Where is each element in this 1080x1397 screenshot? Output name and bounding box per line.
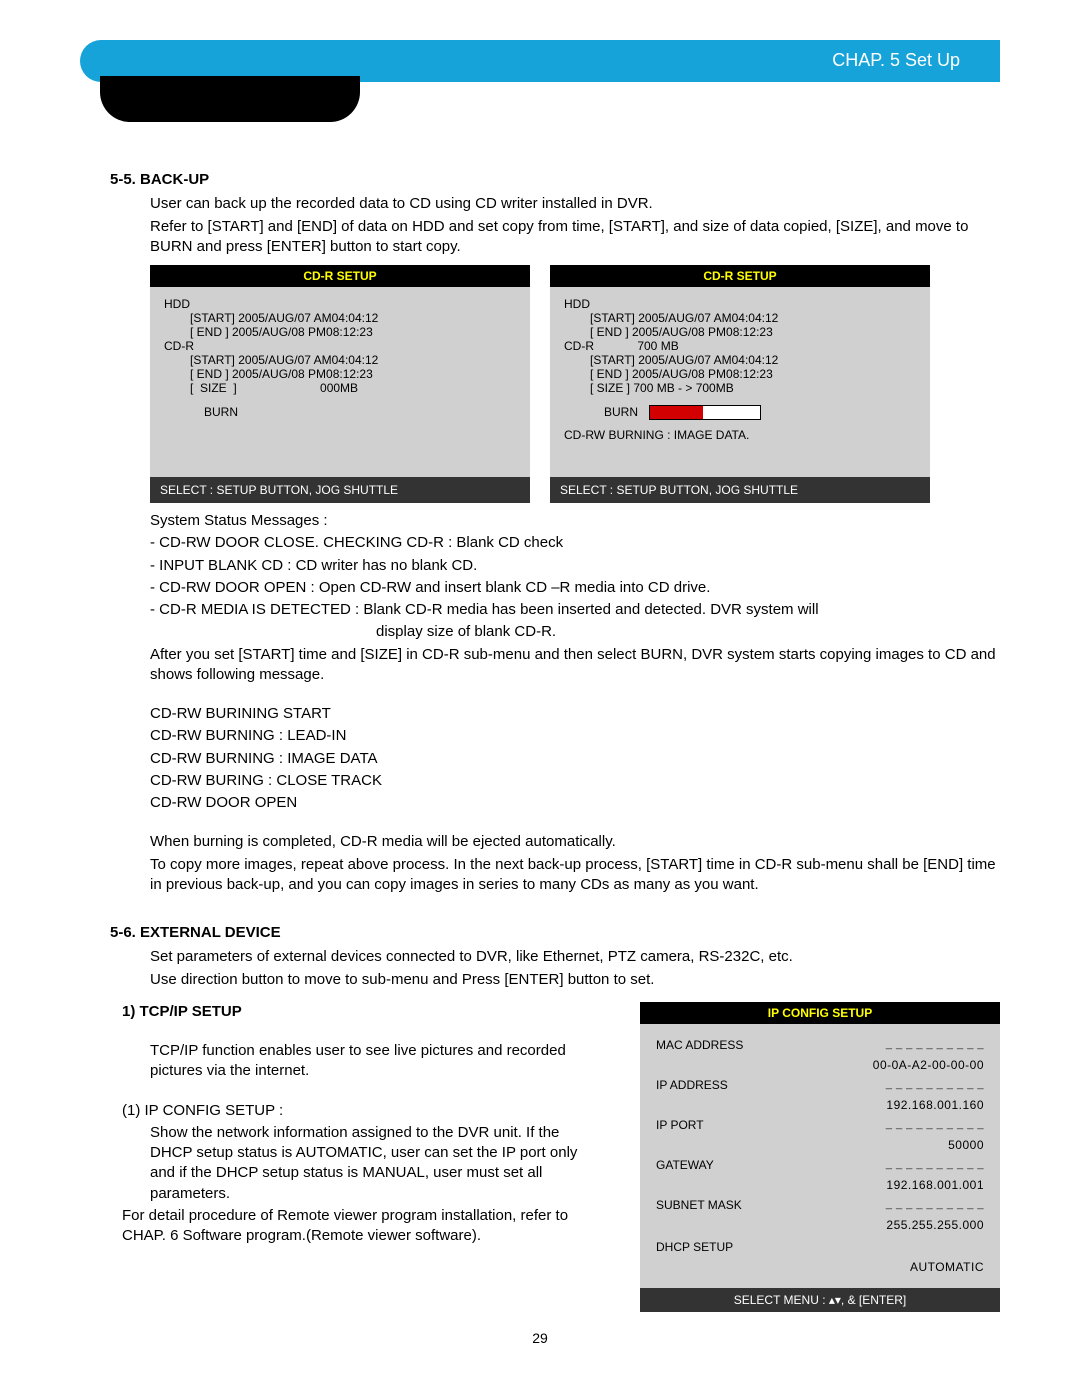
panelB-hdd-end: [ END ] 2005/AUG/08 PM08:12:23 (564, 325, 916, 339)
msgs-m4: - CD-R MEDIA IS DETECTED : Blank CD-R me… (150, 600, 1000, 620)
tcp-p2h: (1) IP CONFIG SETUP : (122, 1101, 590, 1121)
panelA-hdd-start: [START] 2005/AUG/07 AM04:04:12 (164, 311, 516, 325)
ip-mac-value: 00-0A-A2-00-00-00 (873, 1058, 984, 1072)
panelB-cdr-start: [START] 2005/AUG/07 AM04:04:12 (564, 353, 916, 367)
cdr-setup-panel-before: CD-R SETUP HDD [START] 2005/AUG/07 AM04:… (150, 265, 530, 503)
s55-p1: User can back up the recorded data to CD… (150, 194, 1000, 214)
ip-address-label: IP ADDRESS (656, 1078, 886, 1092)
ip-dashes: _ _ _ _ _ _ _ _ _ _ (886, 1080, 984, 1092)
msgs-m1: - CD-RW DOOR CLOSE. CHECKING CD-R : Blan… (150, 533, 1000, 553)
panelB-cdr-end: [ END ] 2005/AUG/08 PM08:12:23 (564, 367, 916, 381)
s56-p1: Set parameters of external devices conne… (150, 947, 1000, 967)
panelB-cdr-size: [ SIZE ] 700 MB - > 700MB (564, 381, 916, 395)
ip-dashes: _ _ _ _ _ _ _ _ _ _ (886, 1160, 984, 1172)
ip-mac-label: MAC ADDRESS (656, 1038, 886, 1052)
msgs-b4: CD-RW BURING : CLOSE TRACK (150, 771, 1000, 791)
panelA-cdr-start: [START] 2005/AUG/07 AM04:04:12 (164, 353, 516, 367)
ip-dashes: _ _ _ _ _ _ _ _ _ _ (886, 1200, 984, 1212)
panelA-cdr-size: [ SIZE ] 000MB (164, 381, 516, 395)
msgs-b2: CD-RW BURNING : LEAD-IN (150, 726, 1000, 746)
ip-address-value: 192.168.001.160 (886, 1098, 984, 1112)
panelB-footer: SELECT : SETUP BUTTON, JOG SHUTTLE (550, 477, 930, 503)
s55-p2: Refer to [START] and [END] of data on HD… (150, 217, 1000, 258)
panelB-burn-row: BURN (564, 405, 916, 420)
ip-subnet-label: SUBNET MASK (656, 1198, 886, 1212)
ip-dashes: _ _ _ _ _ _ _ _ _ _ (886, 1120, 984, 1132)
panelA-burn: BURN (164, 405, 516, 419)
tcp-p3: For detail procedure of Remote viewer pr… (122, 1206, 590, 1247)
ip-subnet-value: 255.255.255.000 (886, 1218, 984, 1232)
chapter-title: CHAP. 5 Set Up (832, 50, 960, 71)
section-55-title: 5-5. BACK-UP (110, 170, 1000, 190)
ip-gateway-value: 192.168.001.001 (886, 1178, 984, 1192)
ip-port-label: IP PORT (656, 1118, 886, 1132)
panelA-hdd: HDD (164, 297, 516, 311)
tcp-p2: Show the network information assigned to… (150, 1123, 590, 1204)
ip-dhcp-value: AUTOMATIC (910, 1260, 984, 1274)
ip-panel-title: IP CONFIG SETUP (640, 1002, 1000, 1024)
cdr-setup-panel-burning: CD-R SETUP HDD [START] 2005/AUG/07 AM04:… (550, 265, 930, 503)
msgs-next: To copy more images, repeat above proces… (150, 855, 1000, 896)
tcp-title: 1) TCP/IP SETUP (122, 1002, 590, 1022)
header-black-tab (100, 76, 360, 122)
msgs-b5: CD-RW DOOR OPEN (150, 793, 1000, 813)
panelB-cdr: CD-R 700 MB (564, 339, 916, 353)
ip-port-value: 50000 (948, 1138, 984, 1152)
panelB-status: CD-RW BURNING : IMAGE DATA. (564, 428, 916, 442)
ip-config-panel: IP CONFIG SETUP MAC ADDRESS_ _ _ _ _ _ _… (640, 1002, 1000, 1312)
panelB-hdd: HDD (564, 297, 916, 311)
chapter-header: CHAP. 5 Set Up (80, 40, 1000, 82)
ip-panel-footer: SELECT MENU : ▴▾, & [ENTER] (640, 1288, 1000, 1312)
panelA-cdr-end: [ END ] 2005/AUG/08 PM08:12:23 (164, 367, 516, 381)
panelB-burn: BURN (604, 405, 638, 419)
msgs-heading: System Status Messages : (150, 511, 1000, 531)
panelA-cdr: CD-R (164, 339, 516, 353)
panelA-title: CD-R SETUP (150, 265, 530, 287)
burn-progress-fill (650, 406, 703, 419)
page-number: 29 (80, 1312, 1000, 1346)
ip-gateway-label: GATEWAY (656, 1158, 886, 1172)
msgs-done: When burning is completed, CD-R media wi… (150, 832, 1000, 852)
burn-progress-bar (649, 405, 761, 420)
panelA-footer: SELECT : SETUP BUTTON, JOG SHUTTLE (150, 477, 530, 503)
tcp-p1: TCP/IP function enables user to see live… (150, 1041, 590, 1082)
msgs-b1: CD-RW BURINING START (150, 704, 1000, 724)
msgs-b3: CD-RW BURNING : IMAGE DATA (150, 749, 1000, 769)
panelB-title: CD-R SETUP (550, 265, 930, 287)
section-56-title: 5-6. EXTERNAL DEVICE (110, 923, 1000, 943)
msgs-after: After you set [START] time and [SIZE] in… (150, 645, 1000, 686)
ip-dashes: _ _ _ _ _ _ _ _ _ _ (886, 1040, 984, 1052)
s56-p2: Use direction button to move to sub-menu… (150, 970, 1000, 990)
ip-dhcp-label: DHCP SETUP (656, 1240, 984, 1254)
panelB-hdd-start: [START] 2005/AUG/07 AM04:04:12 (564, 311, 916, 325)
panelA-hdd-end: [ END ] 2005/AUG/08 PM08:12:23 (164, 325, 516, 339)
msgs-m4b: display size of blank CD-R. (376, 622, 1000, 642)
msgs-m3: - CD-RW DOOR OPEN : Open CD-RW and inser… (150, 578, 1000, 598)
msgs-m2: - INPUT BLANK CD : CD writer has no blan… (150, 556, 1000, 576)
